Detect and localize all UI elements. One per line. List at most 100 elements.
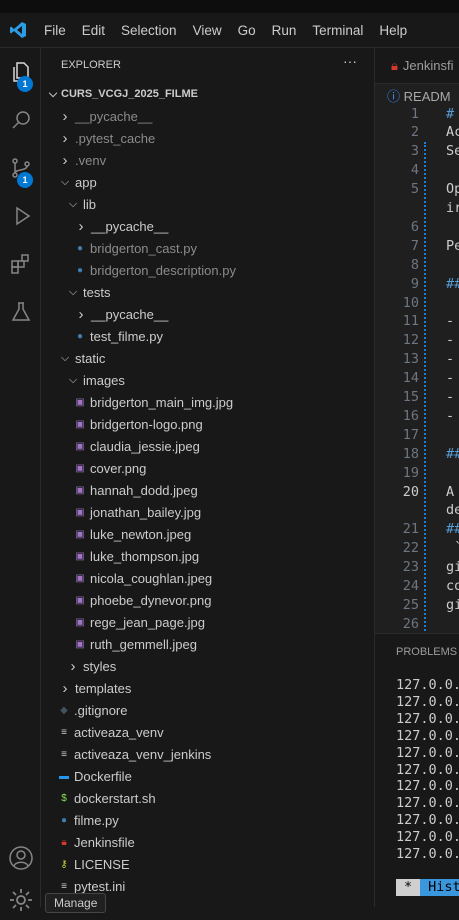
file-item[interactable]: ▣ hannah_dodd.jpeg bbox=[41, 479, 374, 501]
code-line[interactable]: 18 ## bbox=[375, 444, 459, 463]
code-line[interactable]: 11 - bbox=[375, 312, 459, 331]
code-line[interactable]: 8 bbox=[375, 255, 459, 274]
folder-item[interactable]: ⌵ tests bbox=[41, 281, 374, 303]
menu-file[interactable]: File bbox=[36, 23, 74, 38]
folder-item[interactable]: ⌵ static bbox=[41, 347, 374, 369]
line-text: gi bbox=[446, 596, 459, 613]
folder-item[interactable]: › templates bbox=[41, 677, 374, 699]
extensions-icon[interactable] bbox=[0, 244, 41, 284]
image-file-icon: ▣ bbox=[75, 462, 85, 474]
folder-item[interactable]: › styles bbox=[41, 655, 374, 677]
code-line[interactable]: 4 bbox=[375, 161, 459, 180]
file-item[interactable]: ▣ luke_newton.jpeg bbox=[41, 523, 374, 545]
code-line[interactable]: 14 - bbox=[375, 369, 459, 388]
source-control-icon[interactable]: 1 bbox=[0, 148, 41, 188]
search-icon[interactable] bbox=[0, 100, 41, 140]
chevron-right-icon: › bbox=[78, 217, 84, 235]
code-line[interactable]: 19 bbox=[375, 463, 459, 482]
file-item[interactable]: ▣ bridgerton_main_img.jpg bbox=[41, 391, 374, 413]
code-line[interactable]: 26 bbox=[375, 614, 459, 633]
chevron-right-icon: › bbox=[70, 657, 76, 675]
file-item[interactable]: ▣ ruth_gemmell.jpeg bbox=[41, 633, 374, 655]
code-line[interactable]: 20 A bbox=[375, 482, 459, 501]
code-line[interactable]: 25 gi bbox=[375, 595, 459, 614]
menu-go[interactable]: Go bbox=[230, 23, 264, 38]
file-item[interactable]: ≡ activeaza_venv_jenkins bbox=[41, 743, 374, 765]
code-line[interactable]: ir bbox=[375, 199, 459, 218]
code-line[interactable]: 22 ` bbox=[375, 539, 459, 558]
line-number: 6 bbox=[410, 218, 419, 235]
folder-item[interactable]: ⌵ app bbox=[41, 171, 374, 193]
terminal-line: 127.0.0. bbox=[396, 846, 459, 862]
file-item[interactable]: ≡ activeaza_venv bbox=[41, 721, 374, 743]
item-label: lib bbox=[83, 196, 97, 212]
folder-item[interactable]: ⌵ images bbox=[41, 369, 374, 391]
menu-help[interactable]: Help bbox=[371, 23, 415, 38]
file-item[interactable]: ▣ bridgerton-logo.png bbox=[41, 413, 374, 435]
code-line[interactable]: 16 - bbox=[375, 406, 459, 425]
menu-selection[interactable]: Selection bbox=[113, 23, 185, 38]
folder-item[interactable]: ⌵ lib bbox=[41, 193, 374, 215]
folder-item[interactable]: › __pycache__ bbox=[41, 303, 374, 325]
code-line[interactable]: 6 bbox=[375, 217, 459, 236]
folder-item[interactable]: › .pytest_cache bbox=[41, 127, 374, 149]
file-item[interactable]: 🔒︎ Jenkinsfile bbox=[41, 831, 374, 853]
file-item[interactable]: ▣ nicola_coughlan.jpeg bbox=[41, 567, 374, 589]
menu-view[interactable]: View bbox=[185, 23, 230, 38]
file-item[interactable]: ▣ luke_thompson.jpg bbox=[41, 545, 374, 567]
item-label: jonathan_bailey.jpg bbox=[90, 504, 202, 520]
line-text: Se bbox=[446, 143, 459, 160]
item-label: static bbox=[75, 350, 106, 366]
file-item[interactable]: ▬ Dockerfile bbox=[41, 765, 374, 787]
code-line[interactable]: 21 ## bbox=[375, 520, 459, 539]
workspace-root[interactable]: ⌵ CURS_VCGJ_2025_FILME bbox=[41, 83, 374, 105]
item-label: images bbox=[83, 372, 125, 388]
code-line[interactable]: 9 ## bbox=[375, 274, 459, 293]
testing-icon[interactable] bbox=[0, 292, 41, 332]
folder-item[interactable]: › .venv bbox=[41, 149, 374, 171]
file-item[interactable]: ● filme.py bbox=[41, 809, 374, 831]
folder-item[interactable]: › __pycache__ bbox=[41, 105, 374, 127]
code-line[interactable]: 1 # bbox=[375, 104, 459, 123]
code-line[interactable]: 23 gi bbox=[375, 558, 459, 577]
file-item[interactable]: ⚷ LICENSE bbox=[41, 853, 374, 875]
breadcrumb-file: READM bbox=[403, 89, 451, 104]
file-item[interactable]: ▣ claudia_jessie.jpeg bbox=[41, 435, 374, 457]
file-item[interactable]: ▣ jonathan_bailey.jpg bbox=[41, 501, 374, 523]
explorer-icon[interactable]: 1 bbox=[0, 52, 41, 92]
file-item[interactable]: ● bridgerton_cast.py bbox=[41, 237, 374, 259]
menu-edit[interactable]: Edit bbox=[74, 23, 113, 38]
chevron-down-icon: ⌵ bbox=[48, 87, 58, 100]
code-line[interactable]: 10 bbox=[375, 293, 459, 312]
code-line[interactable]: 3 Se bbox=[375, 142, 459, 161]
more-actions-button[interactable]: ··· bbox=[343, 53, 357, 69]
item-label: cover.png bbox=[90, 460, 147, 476]
code-line[interactable]: 17 bbox=[375, 425, 459, 444]
code-line[interactable]: 7 Pe bbox=[375, 236, 459, 255]
tab-jenkinsfile[interactable]: 🔒︎ Jenkinsfi bbox=[375, 48, 459, 84]
file-item[interactable]: ▣ rege_jean_page.jpg bbox=[41, 611, 374, 633]
tab-problems[interactable]: PROBLEMS bbox=[396, 646, 457, 658]
file-item[interactable]: ● test_filme.py bbox=[41, 325, 374, 347]
breadcrumb[interactable]: ⓘ READM bbox=[387, 86, 451, 105]
code-line[interactable]: 2 Ac bbox=[375, 123, 459, 142]
code-line[interactable]: 13 - bbox=[375, 350, 459, 369]
code-line[interactable]: 12 - bbox=[375, 331, 459, 350]
file-item[interactable]: ▣ cover.png bbox=[41, 457, 374, 479]
code-line[interactable]: de bbox=[375, 501, 459, 520]
file-item[interactable]: ◆ .gitignore bbox=[41, 699, 374, 721]
manage-gear-icon[interactable] bbox=[0, 880, 41, 920]
menu-run[interactable]: Run bbox=[264, 23, 305, 38]
file-item[interactable]: ● bridgerton_description.py bbox=[41, 259, 374, 281]
code-line[interactable]: 15 - bbox=[375, 388, 459, 407]
folder-item[interactable]: › __pycache__ bbox=[41, 215, 374, 237]
tab-label: Jenkinsfi bbox=[402, 58, 454, 73]
run-debug-icon[interactable] bbox=[0, 196, 41, 236]
file-item[interactable]: $ dockerstart.sh bbox=[41, 787, 374, 809]
code-line[interactable]: 5 Op bbox=[375, 180, 459, 199]
account-icon[interactable] bbox=[0, 838, 41, 878]
code-line[interactable]: 24 co bbox=[375, 577, 459, 596]
menu-terminal[interactable]: Terminal bbox=[304, 23, 371, 38]
file-item[interactable]: ▣ phoebe_dynevor.png bbox=[41, 589, 374, 611]
chevron-down-icon: ⌵ bbox=[68, 197, 78, 210]
